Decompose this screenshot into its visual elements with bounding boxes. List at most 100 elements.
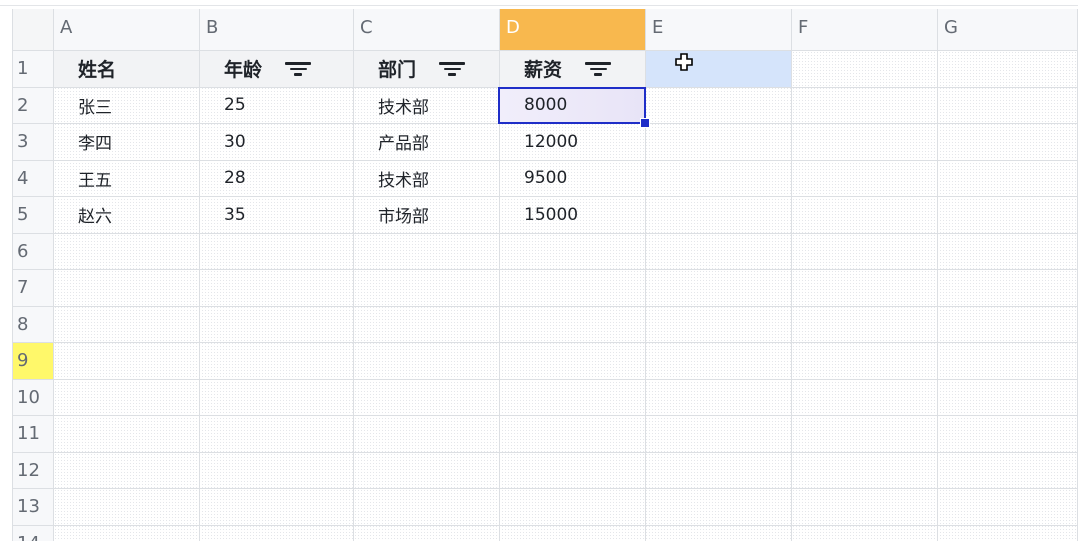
empty-cell[interactable] [646,489,792,526]
cell-f2[interactable] [792,87,938,124]
cell-e4[interactable] [646,160,792,197]
empty-cell[interactable] [938,489,1078,526]
cell-a3[interactable]: 李四 [54,124,200,161]
cell-b5[interactable]: 35 [200,197,354,234]
cell-b4[interactable]: 28 [200,160,354,197]
cell-c3[interactable]: 产品部 [354,124,500,161]
empty-cell[interactable] [646,343,792,380]
empty-cell[interactable] [792,233,938,270]
cell-g3[interactable] [938,124,1078,161]
empty-cell[interactable] [646,525,792,541]
cell-b3[interactable]: 30 [200,124,354,161]
cell-f3[interactable] [792,124,938,161]
cell-e2[interactable] [646,87,792,124]
empty-cell[interactable] [54,379,200,416]
empty-cell[interactable] [500,379,646,416]
select-all-corner[interactable] [12,9,54,51]
cell-g4[interactable] [938,160,1078,197]
cell-c1[interactable]: 部门 [354,51,500,88]
empty-cell[interactable] [54,452,200,489]
row-header-1[interactable]: 1 [12,51,54,88]
empty-cell[interactable] [500,306,646,343]
empty-cell[interactable] [646,306,792,343]
row-header-10[interactable]: 10 [12,379,54,416]
empty-cell[interactable] [646,379,792,416]
empty-cell[interactable] [354,233,500,270]
row-header-8[interactable]: 8 [12,306,54,343]
cell-b1[interactable]: 年龄 [200,51,354,88]
empty-cell[interactable] [646,452,792,489]
empty-cell[interactable] [792,489,938,526]
cell-a4[interactable]: 王五 [54,160,200,197]
column-header-e[interactable]: E [646,9,792,51]
empty-cell[interactable] [500,525,646,541]
cell-d2-selected[interactable]: 8000 [498,86,650,128]
column-header-f[interactable]: F [792,9,938,51]
empty-cell[interactable] [354,452,500,489]
empty-cell[interactable] [792,306,938,343]
cell-a5[interactable]: 赵六 [54,197,200,234]
cell-f4[interactable] [792,160,938,197]
empty-cell[interactable] [500,416,646,453]
empty-cell[interactable] [354,306,500,343]
empty-cell[interactable] [646,233,792,270]
empty-cell[interactable] [792,525,938,541]
fill-handle[interactable] [640,118,650,128]
cell-d4[interactable]: 9500 [500,160,646,197]
empty-cell[interactable] [354,270,500,307]
cell-d1[interactable]: 薪资 [500,51,646,88]
empty-cell[interactable] [354,525,500,541]
column-header-d[interactable]: D [500,9,646,51]
empty-cell[interactable] [646,416,792,453]
row-header-2[interactable]: 2 [12,87,54,124]
cell-g1[interactable] [938,51,1078,88]
cell-c2[interactable]: 技术部 [354,87,500,124]
cell-c4[interactable]: 技术部 [354,160,500,197]
cell-b2[interactable]: 25 [200,87,354,124]
row-header-5[interactable]: 5 [12,197,54,234]
cell-e3[interactable] [646,124,792,161]
empty-cell[interactable] [200,343,354,380]
empty-cell[interactable] [792,270,938,307]
empty-cell[interactable] [792,379,938,416]
empty-cell[interactable] [354,379,500,416]
empty-cell[interactable] [200,270,354,307]
row-header-13[interactable]: 13 [12,489,54,526]
empty-cell[interactable] [200,489,354,526]
empty-cell[interactable] [792,452,938,489]
cell-a1[interactable]: 姓名 [54,51,200,88]
cell-e1[interactable] [646,51,792,88]
empty-cell[interactable] [354,489,500,526]
cell-f5[interactable] [792,197,938,234]
row-header-6[interactable]: 6 [12,233,54,270]
row-header-3[interactable]: 3 [12,124,54,161]
filter-icon[interactable] [438,59,466,79]
empty-cell[interactable] [54,416,200,453]
column-header-b[interactable]: B [200,9,354,51]
empty-cell[interactable] [938,270,1078,307]
cell-d3[interactable]: 12000 [500,124,646,161]
empty-cell[interactable] [500,343,646,380]
empty-cell[interactable] [500,233,646,270]
empty-cell[interactable] [354,416,500,453]
empty-cell[interactable] [500,489,646,526]
empty-cell[interactable] [792,416,938,453]
filter-icon[interactable] [284,59,312,79]
cell-g5[interactable] [938,197,1078,234]
cell-g2[interactable] [938,87,1078,124]
cell-d5[interactable]: 15000 [500,197,646,234]
row-header-7[interactable]: 7 [12,270,54,307]
empty-cell[interactable] [938,416,1078,453]
empty-cell[interactable] [54,233,200,270]
row-header-9[interactable]: 9 [12,343,54,380]
empty-cell[interactable] [200,379,354,416]
column-header-g[interactable]: G [938,9,1078,51]
row-header-14[interactable]: 14 [12,525,54,541]
empty-cell[interactable] [200,452,354,489]
empty-cell[interactable] [54,306,200,343]
cell-c5[interactable]: 市场部 [354,197,500,234]
empty-cell[interactable] [200,525,354,541]
filter-icon[interactable] [584,59,612,79]
empty-cell[interactable] [354,343,500,380]
empty-cell[interactable] [200,306,354,343]
